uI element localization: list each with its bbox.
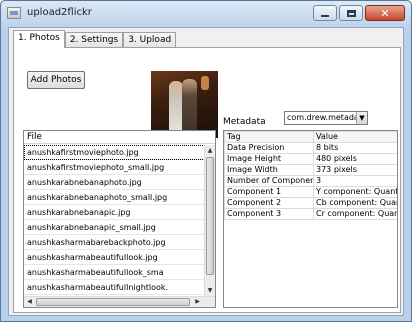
list-item[interactable]: anushkarabnebanaphoto_small.jpg: [24, 190, 205, 205]
list-item[interactable]: anushkasharmabarebackphoto.jpg: [24, 235, 205, 250]
list-item[interactable]: anushkarabnebanapic.jpg: [24, 205, 205, 220]
tag-cell: Component 1: [224, 186, 314, 198]
tab-strip: 1. Photos 2. Settings 3. Upload: [13, 30, 177, 48]
table-row[interactable]: Data Precision 8 bits: [224, 142, 397, 154]
minimize-icon: [321, 14, 329, 17]
tag-cell: Component 2: [224, 197, 314, 209]
title-bar[interactable]: upload2flickr ✕: [1, 1, 411, 27]
value-cell: Cb component: Quanti: [313, 197, 397, 209]
minimize-button[interactable]: [313, 5, 337, 21]
add-photos-button[interactable]: Add Photos: [27, 71, 85, 89]
value-cell: Cr component: Quanti: [313, 208, 397, 220]
file-list-vertical-scrollbar[interactable]: ▲ ▼: [204, 145, 215, 296]
table-row[interactable]: Image Width 373 pixels: [224, 164, 397, 176]
value-cell: 3: [313, 175, 397, 187]
list-item[interactable]: anushkasharmabeautifullook_sma: [24, 265, 205, 280]
file-column-header[interactable]: File: [24, 131, 215, 144]
app-window: upload2flickr ✕ 1. Photos 2. Settings 3.…: [0, 0, 412, 322]
value-cell: 373 pixels: [313, 164, 397, 176]
list-item[interactable]: anushkasharmabeautifullnightlook.: [24, 280, 205, 295]
close-button[interactable]: ✕: [365, 5, 405, 21]
table-row[interactable]: Component 2 Cb component: Quanti: [224, 197, 397, 209]
list-item[interactable]: anushkafirstmoviephoto_small.jpg: [24, 160, 205, 175]
tab-settings[interactable]: 2. Settings: [64, 32, 124, 47]
value-column-header[interactable]: Value: [313, 131, 397, 143]
tab-upload[interactable]: 3. Upload: [123, 32, 177, 47]
tag-cell: Image Height: [224, 153, 314, 165]
file-list-horizontal-scrollbar[interactable]: ◀ ▶: [24, 296, 215, 307]
value-cell: 480 pixels: [313, 153, 397, 165]
scroll-left-icon[interactable]: ◀: [24, 297, 35, 307]
app-icon: [7, 7, 21, 19]
tag-column-header[interactable]: Tag: [224, 131, 314, 143]
maximize-button[interactable]: [339, 5, 363, 21]
table-row[interactable]: Image Height 480 pixels: [224, 153, 397, 165]
tag-cell: Image Width: [224, 164, 314, 176]
value-cell: Y component: Quantiz: [313, 186, 397, 198]
list-item[interactable]: anushkafirstmoviephoto.jpg: [24, 145, 205, 160]
photo-preview-image: [151, 71, 218, 138]
table-row[interactable]: Number of Components 3: [224, 175, 397, 187]
list-item[interactable]: anushkarabnebanapic_small.jpg: [24, 220, 205, 235]
table-row[interactable]: Component 3 Cr component: Quanti: [224, 208, 397, 220]
tag-cell: Number of Components: [224, 175, 314, 187]
client-area: 1. Photos 2. Settings 3. Upload Add Phot…: [8, 27, 404, 316]
list-item[interactable]: anushkasharmabeautifullook.jpg: [24, 250, 205, 265]
caption-buttons: ✕: [313, 5, 405, 21]
scroll-up-icon[interactable]: ▲: [205, 145, 215, 156]
close-icon: ✕: [380, 6, 390, 20]
maximize-icon: [346, 9, 356, 17]
metadata-directory-select[interactable]: com.drew.metadata.j ▼: [284, 111, 368, 125]
window-title: upload2flickr: [27, 7, 92, 18]
tab-photos[interactable]: 1. Photos: [13, 30, 65, 48]
scroll-thumb[interactable]: [206, 157, 214, 275]
tag-cell: Data Precision: [224, 142, 314, 154]
list-item[interactable]: anushkarabnebanaphoto.jpg: [24, 175, 205, 190]
scroll-thumb-horizontal[interactable]: [36, 298, 190, 306]
scroll-down-icon[interactable]: ▼: [205, 285, 215, 296]
photos-tab-panel: Add Photos Metadata com.drew.metadata.j …: [13, 47, 401, 313]
scroll-right-icon[interactable]: ▶: [192, 297, 203, 307]
value-cell: 8 bits: [313, 142, 397, 154]
metadata-grid[interactable]: Tag Value Data Precision 8 bits Image He…: [223, 130, 398, 308]
table-row[interactable]: Component 1 Y component: Quantiz: [224, 186, 397, 198]
metadata-label: Metadata: [223, 117, 266, 127]
chevron-down-icon[interactable]: ▼: [356, 112, 367, 124]
tag-cell: Component 3: [224, 208, 314, 220]
file-list-items: anushkafirstmoviephoto.jpg anushkafirstm…: [24, 145, 205, 296]
file-list[interactable]: File anushkafirstmoviephoto.jpg anushkaf…: [23, 130, 216, 308]
